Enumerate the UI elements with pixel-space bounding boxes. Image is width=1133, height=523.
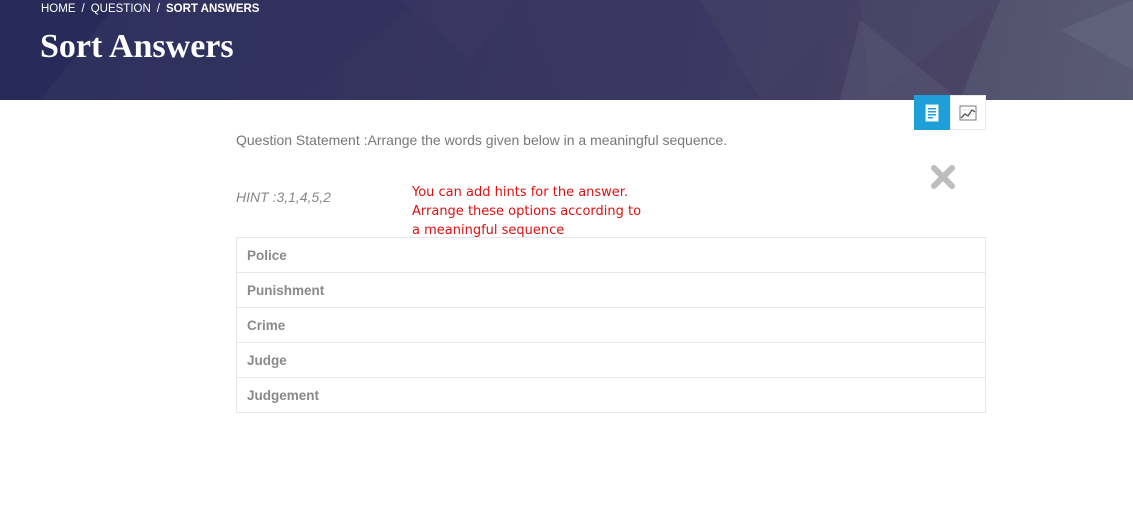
question-statement: Question Statement :Arrange the words gi…: [236, 132, 728, 148]
sortable-option[interactable]: Crime: [236, 307, 986, 343]
sortable-option[interactable]: Judge: [236, 342, 986, 378]
annotation-note: You can add hints for the answer. Arrang…: [412, 183, 672, 240]
annotation-line: Arrange these options according to: [412, 204, 642, 219]
close-button[interactable]: [929, 163, 957, 191]
sortable-option[interactable]: Police: [236, 237, 986, 273]
chart-icon: [959, 105, 977, 120]
sortable-option[interactable]: Punishment: [236, 272, 986, 308]
hint-text: HINT :3,1,4,5,2: [236, 189, 331, 205]
breadcrumb-current: SORT ANSWERS: [165, 3, 260, 15]
close-icon: [931, 165, 955, 189]
breadcrumb-separator: /: [156, 3, 160, 15]
document-view-button[interactable]: [914, 95, 950, 130]
annotation-line: You can add hints for the answer.: [412, 185, 629, 200]
breadcrumb-question-link[interactable]: QUESTION: [91, 3, 151, 15]
chart-view-button[interactable]: [950, 95, 986, 130]
breadcrumb-home-link[interactable]: HOME: [41, 3, 76, 15]
sortable-option[interactable]: Judgement: [236, 377, 986, 413]
breadcrumb-separator: /: [81, 3, 85, 15]
sortable-options-list: Police Punishment Crime Judge Judgement: [236, 237, 986, 413]
breadcrumb: HOME / QUESTION / SORT ANSWERS: [41, 3, 259, 15]
page-title: Sort Answers: [40, 28, 234, 65]
document-icon: [925, 104, 939, 121]
header-banner: HOME / QUESTION / SORT ANSWERS Sort Answers: [0, 0, 1133, 100]
view-toggle: [914, 95, 986, 130]
